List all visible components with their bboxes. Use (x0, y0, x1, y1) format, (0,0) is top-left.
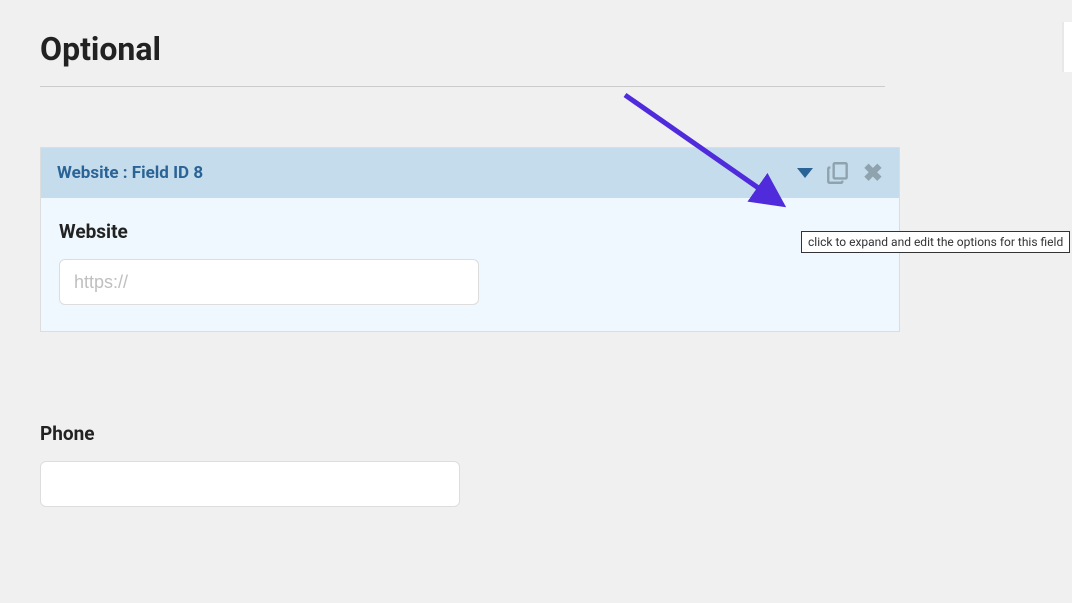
field-phone-block: Phone (40, 422, 900, 507)
field-card-website: Website : Field ID 8 ✖ Website (40, 147, 900, 332)
section-title: Optional (40, 30, 1032, 68)
field-label-phone: Phone (40, 422, 900, 445)
duplicate-icon[interactable] (825, 160, 851, 186)
right-panel-edge (1062, 22, 1072, 72)
phone-input[interactable] (40, 461, 460, 507)
chevron-down-icon[interactable] (797, 168, 813, 178)
website-input[interactable] (59, 259, 479, 305)
field-label-website: Website (59, 220, 881, 243)
title-divider (40, 86, 885, 87)
close-icon[interactable]: ✖ (863, 161, 883, 185)
field-header[interactable]: Website : Field ID 8 ✖ (41, 148, 899, 198)
tooltip: click to expand and edit the options for… (801, 231, 1070, 253)
field-body: Website (41, 198, 899, 331)
field-header-actions: ✖ (797, 160, 883, 186)
field-header-title: Website : Field ID 8 (57, 163, 203, 183)
